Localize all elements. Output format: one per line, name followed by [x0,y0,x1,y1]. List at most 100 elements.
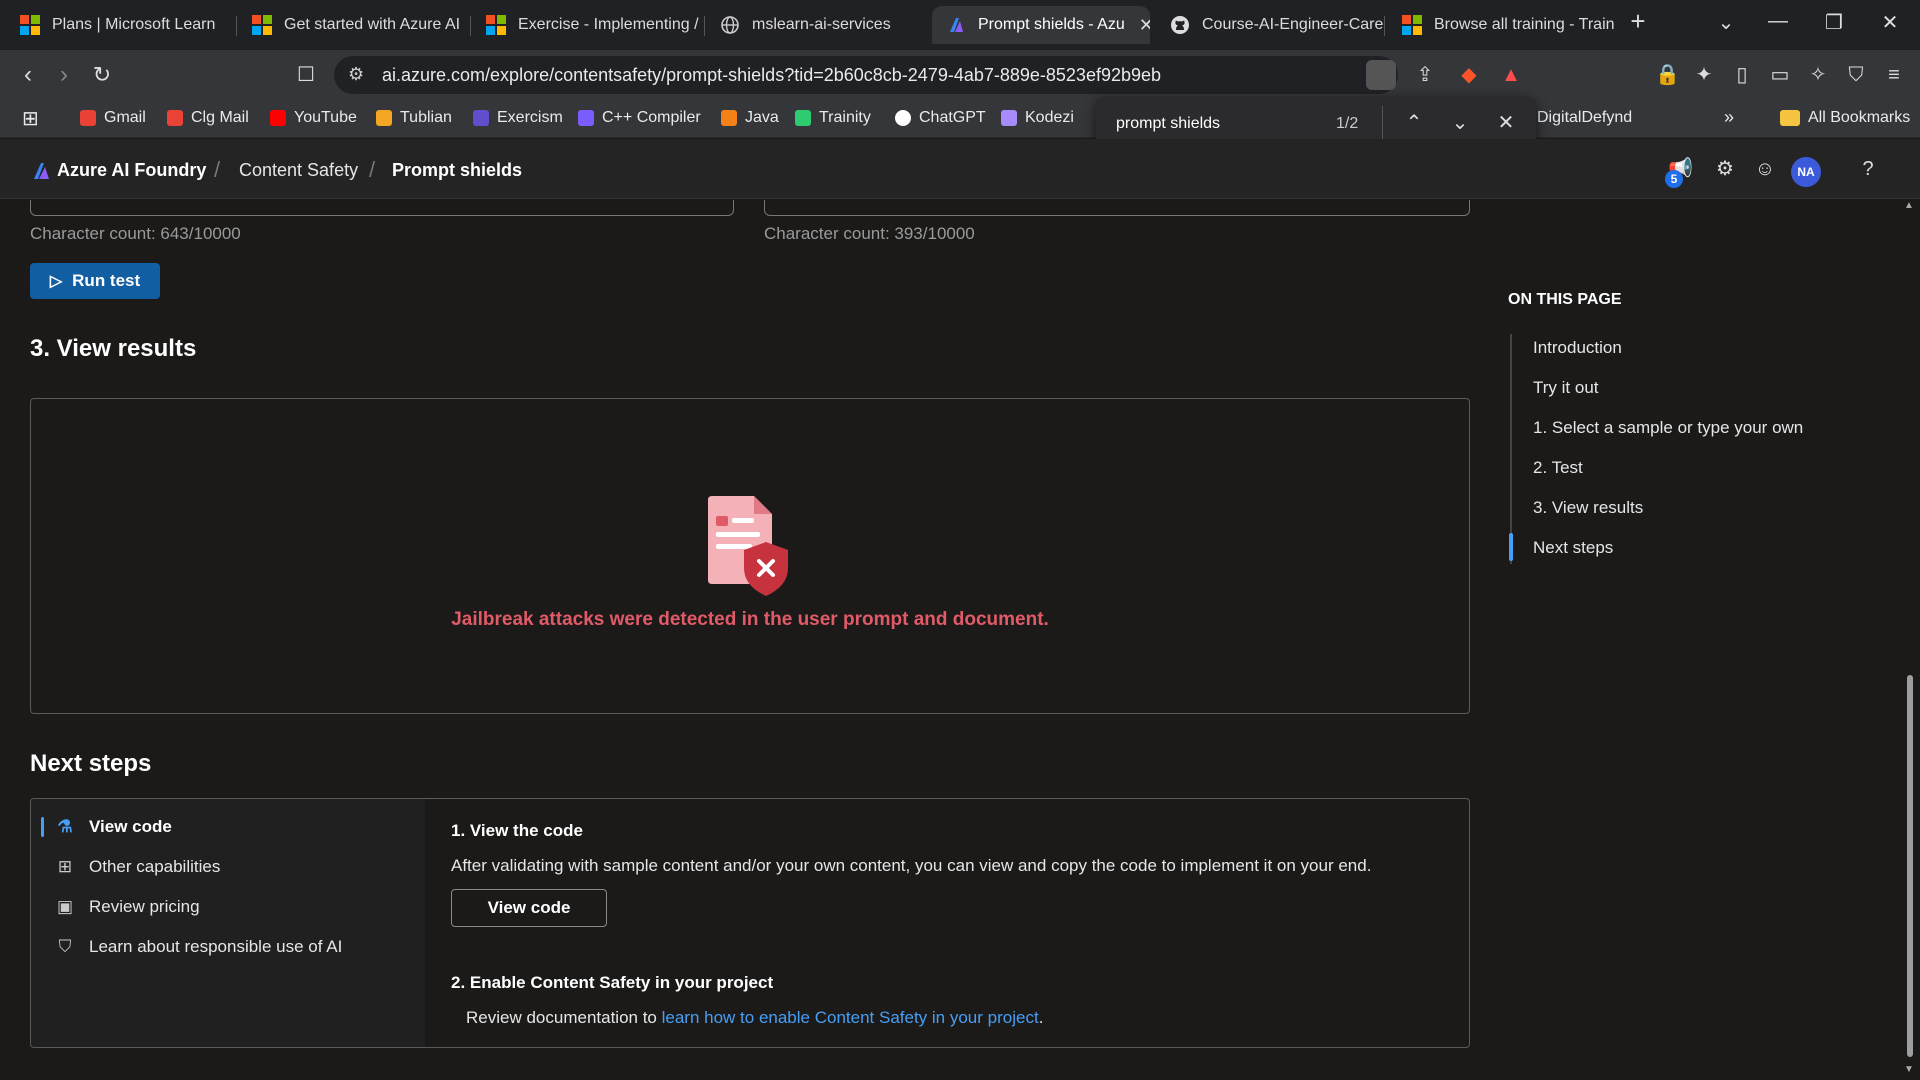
address-bar[interactable]: ⚙ ai.azure.com/explore/contentsafety/pro… [334,56,1398,94]
run-test-button[interactable]: ▷ Run test [30,263,160,299]
run-test-label: Run test [72,271,141,290]
view-code-button[interactable]: View code [451,889,607,927]
tab-exercise[interactable]: Exercise - Implementing / [472,6,704,44]
tab-title: mslearn-ai-services [752,16,891,33]
browser-tab-strip: Plans | Microsoft Learn Get started with… [0,0,1920,50]
nav-label: Other capabilities [89,857,221,876]
brave-shield-icon[interactable]: ◆ [1458,64,1480,86]
url-text[interactable]: ai.azure.com/explore/contentsafety/promp… [382,65,1161,86]
toc-rail [1510,334,1512,564]
toc-view-results[interactable]: 3. View results [1533,498,1643,518]
extensions-icon[interactable]: ✦ [1693,64,1715,86]
chatgpt-icon [895,110,911,126]
close-icon[interactable]: ✕ [1492,110,1520,135]
help-icon[interactable]: ? [1856,157,1880,181]
brand-link[interactable]: Azure AI Foundry [57,160,206,181]
lock-extension-icon[interactable]: 🔒 [1655,64,1680,86]
leo-ai-icon[interactable]: ✧ [1807,64,1829,86]
toc-next-steps[interactable]: Next steps [1533,538,1613,558]
scroll-up-arrow-icon[interactable]: ▲ [1904,200,1914,211]
tab-github-course[interactable]: Course-AI-Engineer-Care [1156,6,1384,44]
tublian-icon [376,110,392,126]
char-count-prompt: Character count: 643/10000 [30,224,241,243]
forward-button[interactable]: › [50,62,78,88]
gear-icon[interactable]: ⚙ [1713,157,1737,181]
vpn-icon[interactable]: ⛉ [1845,64,1867,86]
find-input[interactable]: prompt shields [1116,115,1220,133]
app-header: Azure AI Foundry / Content Safety / Prom… [0,139,1920,199]
breadcrumb-content-safety[interactable]: Content Safety [239,160,358,181]
all-bookmarks-folder[interactable]: All Bookmarks [1780,109,1910,127]
bookmark-trainity[interactable]: Trainity [795,109,871,127]
bookmark-label: Java [745,109,779,126]
active-indicator [41,817,44,837]
nav-label: Review pricing [89,897,200,916]
close-icon[interactable]: ✕ [1139,15,1150,36]
bookmark-kodezi[interactable]: Kodezi [1001,109,1074,127]
tab-get-started[interactable]: Get started with Azure AI [238,6,470,44]
tab-title: Prompt shields - Azu [978,16,1125,33]
bookmarks-bar: ⊞ Gmail Clg Mail YouTube Tublian Exercis… [0,100,1920,138]
scrollbar-thumb[interactable] [1907,675,1913,1057]
find-in-page-icon[interactable] [1366,60,1396,90]
close-window-button[interactable]: ✕ [1870,10,1910,35]
wallet-icon[interactable]: ▭ [1769,64,1791,86]
feedback-smile-icon[interactable]: ☺ [1753,157,1777,181]
menu-icon[interactable]: ≡ [1883,64,1905,86]
toc-active-indicator [1509,533,1513,561]
toc-introduction[interactable]: Introduction [1533,338,1622,358]
reload-button[interactable]: ↻ [88,62,116,88]
toc-select-sample[interactable]: 1. Select a sample or type your own [1533,418,1803,438]
tab-plans[interactable]: Plans | Microsoft Learn [6,6,236,44]
tab-title: Browse all training - Train [1434,16,1615,33]
share-icon[interactable]: ⇪ [1414,64,1436,86]
brave-rewards-icon[interactable]: ▲ [1500,64,1522,86]
bookmark-label: Exercism [497,109,563,126]
site-info-icon[interactable]: ⚙ [348,64,364,85]
tab-search-dropdown-icon[interactable]: ⌄ [1706,10,1746,35]
tab-prompt-shields[interactable]: Prompt shields - Azu ✕ [932,6,1150,44]
back-button[interactable]: ‹ [14,62,42,88]
user-prompt-textbox[interactable] [30,200,734,216]
gmail-icon [80,110,96,126]
enable-content-safety-link[interactable]: learn how to enable Content Safety in yo… [662,1008,1039,1027]
bookmark-gmail[interactable]: Gmail [80,109,146,127]
tab-title: Course-AI-Engineer-Care [1202,16,1384,33]
tab-mslearn[interactable]: mslearn-ai-services [706,6,932,44]
sidebar-icon[interactable]: ▯ [1731,64,1753,86]
bookmark-tublian[interactable]: Tublian [376,109,452,127]
toc-test[interactable]: 2. Test [1533,458,1583,478]
minimize-button[interactable]: — [1758,10,1798,33]
avatar[interactable]: NA [1791,157,1821,187]
new-tab-button[interactable]: + [1618,6,1658,37]
bookmark-exercism[interactable]: Exercism [473,109,563,127]
restore-button[interactable]: ❐ [1814,10,1854,35]
bookmark-label: DigitalDefynd [1537,109,1633,126]
bookmark-icon[interactable]: ☐ [292,62,320,88]
toc-try-it-out[interactable]: Try it out [1533,378,1599,398]
flask-icon: ⚗ [57,817,73,836]
nav-review-pricing[interactable]: ▣ Review pricing [55,897,200,917]
bookmark-label: Trainity [819,109,871,126]
tab-title: Exercise - Implementing / [518,16,699,33]
scroll-down-arrow-icon[interactable]: ▼ [1904,1064,1914,1075]
nav-responsible-ai[interactable]: ⛉ Learn about responsible use of AI [55,937,343,957]
bookmark-chatgpt[interactable]: ChatGPT [895,109,986,127]
bookmark-java[interactable]: Java [721,109,779,127]
tab-title: Get started with Azure AI [284,16,461,33]
nav-view-code[interactable]: ⚗ View code [55,817,171,837]
bookmark-cpp-compiler[interactable]: C++ Compiler [578,109,701,127]
chevron-down-icon[interactable]: ⌄ [1446,110,1474,135]
apps-grid-icon[interactable]: ⊞ [22,106,39,131]
bookmark-youtube[interactable]: YouTube [270,109,357,127]
bookmark-label: Clg Mail [191,109,249,126]
document-textbox[interactable] [764,200,1470,216]
bookmark-digitaldefynd[interactable]: DigitalDefynd [1537,109,1632,127]
tab-browse-training[interactable]: Browse all training - Train [1388,6,1616,44]
more-bookmarks-icon[interactable]: » [1724,107,1734,128]
bookmark-label: Tublian [400,109,452,126]
bookmark-clg-mail[interactable]: Clg Mail [167,109,249,127]
nav-other-capabilities[interactable]: ⊞ Other capabilities [55,857,220,877]
chevron-up-icon[interactable]: ⌃ [1400,110,1428,135]
notification-badge: 5 [1665,170,1683,188]
